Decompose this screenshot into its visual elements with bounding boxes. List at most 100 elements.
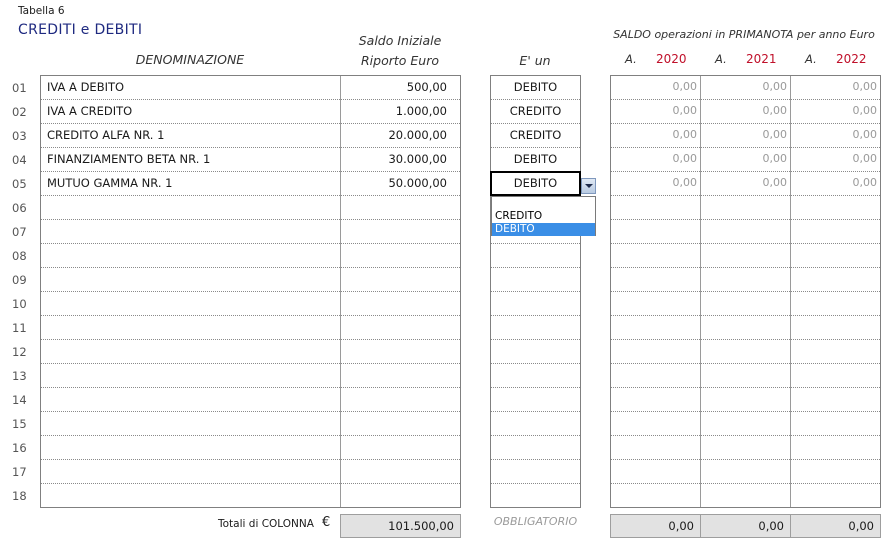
obbligatorio-label: OBBLIGATORIO: [493, 515, 578, 528]
saldo-cell[interactable]: 500,00: [342, 75, 447, 99]
header-primanota: SALDO operazioni in PRIMANOTA per anno E…: [613, 28, 875, 41]
row-separator: [491, 315, 580, 316]
primanota-cell[interactable]: 0,00: [712, 75, 788, 99]
dropdown-list: CREDITO DEBITO: [491, 196, 596, 236]
row-separator: [491, 387, 580, 388]
currency-symbol: €: [322, 515, 331, 530]
header-year-prefix: A.: [805, 52, 817, 66]
row-separator: [611, 435, 880, 436]
sheet-title: CREDITI e DEBITI: [18, 22, 143, 38]
row-number: 07: [12, 225, 27, 239]
header-year-2022: 2022: [836, 52, 867, 66]
row-number: 13: [12, 369, 27, 383]
type-cell[interactable]: CREDITO: [490, 123, 581, 147]
row-number: 12: [12, 345, 27, 359]
primanota-cell[interactable]: 0,00: [712, 99, 788, 123]
row-number: 08: [12, 249, 27, 263]
row-number: 14: [12, 393, 27, 407]
primanota-cell[interactable]: 0,00: [802, 75, 878, 99]
row-separator: [41, 435, 460, 436]
row-separator: [611, 195, 880, 196]
type-select-value[interactable]: DEBITO: [490, 171, 581, 196]
denominazione-cell[interactable]: IVA A DEBITO: [47, 75, 337, 99]
total-year-2020: 0,00: [610, 514, 701, 538]
row-separator: [611, 411, 880, 412]
row-separator: [41, 459, 460, 460]
primanota-cell[interactable]: 0,00: [802, 147, 878, 171]
saldo-cell[interactable]: 50.000,00: [342, 171, 447, 195]
saldo-cell[interactable]: 20.000,00: [342, 123, 447, 147]
dropdown-option-credito[interactable]: CREDITO: [492, 210, 595, 223]
header-year-prefix: A.: [715, 52, 727, 66]
row-separator: [611, 339, 880, 340]
sheet-caption: Tabella 6: [18, 5, 65, 17]
row-separator: [611, 363, 880, 364]
header-riporto-euro: Riporto Euro: [360, 53, 439, 68]
header-saldo-iniziale: Saldo Iniziale: [358, 33, 442, 48]
row-number: 03: [12, 129, 27, 143]
row-number: 01: [12, 81, 27, 95]
row-number: 11: [12, 321, 27, 335]
total-year-2022: 0,00: [790, 514, 881, 538]
dropdown-option-debito[interactable]: DEBITO: [492, 223, 595, 236]
primanota-cell[interactable]: 0,00: [622, 171, 698, 195]
row-separator: [491, 411, 580, 412]
type-cell[interactable]: DEBITO: [490, 147, 581, 171]
row-separator: [611, 387, 880, 388]
header-denominazione: DENOMINAZIONE: [135, 52, 245, 67]
primanota-cell[interactable]: 0,00: [622, 99, 698, 123]
header-e-un: E' un: [519, 53, 551, 68]
row-number: 04: [12, 153, 27, 167]
row-separator: [491, 435, 580, 436]
dropdown-button[interactable]: [581, 178, 596, 194]
type-cell[interactable]: DEBITO: [490, 75, 581, 99]
header-year-2020: 2020: [656, 52, 687, 66]
row-separator: [491, 363, 580, 364]
primanota-cell[interactable]: 0,00: [712, 147, 788, 171]
row-separator: [491, 339, 580, 340]
denominazione-cell[interactable]: MUTUO GAMMA NR. 1: [47, 171, 337, 195]
primanota-cell[interactable]: 0,00: [622, 147, 698, 171]
denominazione-cell[interactable]: CREDITO ALFA NR. 1: [47, 123, 337, 147]
saldo-cell[interactable]: 1.000,00: [342, 99, 447, 123]
row-separator: [491, 483, 580, 484]
row-number: 16: [12, 441, 27, 455]
row-separator: [491, 243, 580, 244]
primanota-cell[interactable]: 0,00: [802, 171, 878, 195]
row-separator: [611, 267, 880, 268]
row-separator: [41, 291, 460, 292]
row-separator: [41, 339, 460, 340]
row-separator: [491, 459, 580, 460]
row-separator: [41, 243, 460, 244]
primanota-cell[interactable]: 0,00: [802, 99, 878, 123]
row-separator: [491, 291, 580, 292]
row-separator: [611, 219, 880, 220]
saldo-cell[interactable]: 30.000,00: [342, 147, 447, 171]
row-separator: [611, 315, 880, 316]
total-year-2021: 0,00: [700, 514, 791, 538]
row-separator: [491, 267, 580, 268]
row-number: 06: [12, 201, 27, 215]
row-separator: [611, 291, 880, 292]
row-number: 02: [12, 105, 27, 119]
row-separator: [611, 483, 880, 484]
row-separator: [41, 363, 460, 364]
denominazione-cell[interactable]: FINANZIAMENTO BETA NR. 1: [47, 147, 337, 171]
row-number: 18: [12, 489, 27, 503]
totals-label: Totali di COLONNA: [218, 518, 314, 530]
primanota-cell[interactable]: 0,00: [622, 75, 698, 99]
header-year-2021: 2021: [746, 52, 777, 66]
primanota-cell[interactable]: 0,00: [802, 123, 878, 147]
primanota-cell[interactable]: 0,00: [622, 123, 698, 147]
header-year-prefix: A.: [625, 52, 637, 66]
row-separator: [611, 459, 880, 460]
denominazione-cell[interactable]: IVA A CREDITO: [47, 99, 337, 123]
primanota-cell[interactable]: 0,00: [712, 171, 788, 195]
type-cell[interactable]: CREDITO: [490, 99, 581, 123]
row-separator: [41, 267, 460, 268]
total-saldo: 101.500,00: [340, 514, 461, 538]
primanota-cell[interactable]: 0,00: [712, 123, 788, 147]
row-separator: [41, 387, 460, 388]
row-separator: [41, 195, 460, 196]
row-separator: [41, 315, 460, 316]
